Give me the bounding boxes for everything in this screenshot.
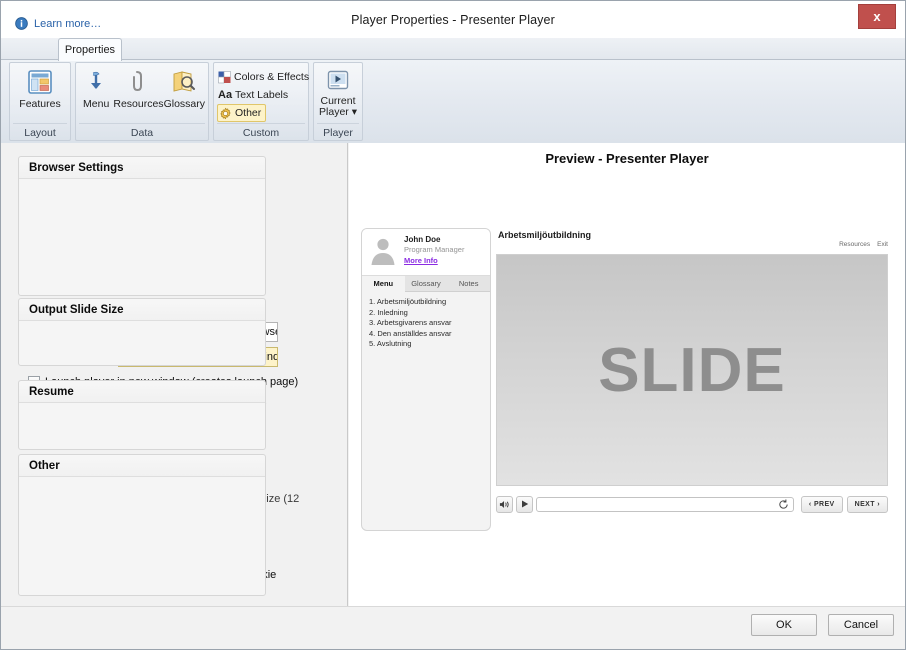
ribbon: Properties Features Layout Menu Resource… [1, 38, 905, 143]
exit-link[interactable]: Exit [877, 241, 888, 248]
other-button[interactable]: Other [217, 104, 267, 122]
list-item[interactable]: 5. Avslutning [369, 339, 486, 350]
gear-icon [219, 107, 232, 120]
ribbon-group-player: Current Player ▾ Player [313, 62, 363, 141]
presenter-profile: John Doe Program Manager More Info [362, 229, 490, 276]
tab-properties[interactable]: Properties [58, 38, 122, 61]
title-bar: Player Properties - Presenter Player [1, 1, 905, 38]
glossary-button[interactable]: Glossary [164, 65, 205, 123]
ribbon-group-data-items: Menu Resources Glossary [79, 65, 205, 123]
window-title: Player Properties - Presenter Player [351, 12, 555, 27]
player-sidebar: John Doe Program Manager More Info Menu … [361, 228, 491, 531]
tab-glossary[interactable]: Glossary [404, 276, 448, 292]
more-info-link[interactable]: More Info [404, 255, 464, 266]
play-button[interactable] [516, 495, 533, 513]
browser-settings-title: Browser Settings [19, 157, 265, 179]
list-item[interactable]: 2. Inledning [369, 308, 486, 319]
ribbon-body: Features Layout Menu Resources Glossary … [1, 60, 905, 143]
presenter-role: Program Manager [404, 245, 465, 254]
glossary-icon [170, 68, 198, 96]
ribbon-group-custom-items: Colors & Effects Aa Text Labels Other [217, 65, 309, 122]
current-player-icon [325, 68, 351, 94]
current-player-label-2: Player ▾ [319, 106, 357, 118]
resume-group: Resume [18, 380, 266, 450]
play-icon [520, 499, 530, 509]
dialog-content: Browser Settings Browser size: Display a… [1, 143, 905, 606]
ribbon-group-data-label: Data [79, 123, 205, 140]
text-labels-icon: Aa [218, 89, 233, 101]
ribbon-tabstrip [1, 38, 905, 60]
ribbon-group-layout: Features Layout [9, 62, 71, 141]
slide-canvas: SLIDE [496, 254, 888, 486]
tab-menu[interactable]: Menu [362, 276, 405, 292]
output-slide-size-group: Output Slide Size [18, 298, 266, 366]
features-icon [26, 68, 54, 96]
seekbar[interactable] [536, 496, 794, 512]
other-label: Other [235, 107, 262, 119]
ribbon-group-player-label: Player [317, 123, 359, 140]
list-item[interactable]: 3. Arbetsgivarens ansvar [369, 318, 486, 329]
browser-settings-group: Browser Settings [18, 156, 266, 296]
resources-button[interactable]: Resources [113, 65, 164, 123]
ribbon-group-layout-items: Features [13, 65, 67, 123]
resume-title: Resume [19, 381, 265, 403]
learn-more-label: Learn more… [34, 17, 102, 30]
slide-placeholder-text: SLIDE [598, 335, 786, 405]
glossary-label: Glossary [163, 98, 205, 110]
player-preview: John Doe Program Manager More Info Menu … [361, 228, 892, 541]
menu-icon [82, 68, 110, 96]
preview-title: Preview - Presenter Player [545, 151, 709, 166]
resources-label: Resources [113, 98, 164, 110]
info-icon [15, 17, 28, 30]
volume-button[interactable] [496, 495, 513, 513]
close-button[interactable]: x [858, 4, 896, 29]
learn-more-link[interactable]: Learn more… [15, 17, 101, 30]
ribbon-group-custom: Colors & Effects Aa Text Labels Other Cu… [213, 62, 309, 141]
colors-effects-button[interactable]: Colors & Effects [217, 68, 313, 86]
player-main: Arbetsmiljöutbildning Resources Exit SLI… [496, 228, 892, 541]
current-player-button[interactable]: Current Player ▾ [317, 65, 359, 123]
chevron-down-icon: ▾ [351, 106, 357, 118]
output-slide-size-title: Output Slide Size [19, 299, 265, 321]
preview-pane: Preview - Presenter Player John Doe Prog… [349, 143, 905, 606]
player-properties-dialog: Player Properties - Presenter Player x P… [0, 0, 906, 650]
ok-button[interactable]: OK [751, 614, 817, 636]
colors-effects-label: Colors & Effects [234, 71, 310, 83]
player-tabs: Menu Glossary Notes [362, 276, 490, 292]
text-labels-button[interactable]: Aa Text Labels [217, 86, 292, 104]
menu-label: Menu [83, 98, 110, 110]
player-top-links: Resources Exit [839, 241, 888, 248]
tab-notes[interactable]: Notes [447, 276, 490, 292]
resources-link[interactable]: Resources [839, 241, 870, 248]
avatar [368, 235, 398, 265]
list-item[interactable]: 1. Arbetsmiljöutbildning [369, 297, 486, 308]
features-label: Features [19, 98, 61, 110]
replay-icon[interactable] [778, 499, 789, 510]
ribbon-group-player-items: Current Player ▾ [317, 65, 359, 123]
colors-effects-icon [218, 70, 231, 84]
settings-pane: Browser Settings Browser size: Display a… [1, 143, 348, 606]
ribbon-group-data: Menu Resources Glossary Data [75, 62, 209, 141]
menu-button[interactable]: Menu [79, 65, 113, 123]
prev-button[interactable]: ‹ PREV [800, 495, 843, 513]
player-menu-list: 1. Arbetsmiljöutbildning 2. Inledning 3.… [362, 292, 490, 350]
list-item[interactable]: 4. Den anställdes ansvar [369, 329, 486, 340]
cancel-button[interactable]: Cancel [828, 614, 894, 636]
player-controls: ‹ PREV NEXT › [496, 493, 888, 515]
next-button[interactable]: NEXT › [846, 495, 888, 513]
other-title: Other [19, 455, 265, 477]
ribbon-group-custom-label: Custom [217, 123, 305, 140]
other-group: Other [18, 454, 266, 596]
volume-icon [499, 499, 510, 510]
ribbon-group-layout-label: Layout [13, 123, 67, 140]
resources-icon [124, 68, 152, 96]
features-button[interactable]: Features [13, 65, 67, 123]
presenter-name: John Doe [404, 235, 441, 244]
presenter-info: John Doe Program Manager More Info [404, 235, 464, 266]
text-labels-label: Text Labels [235, 89, 289, 101]
slide-title: Arbetsmiljöutbildning [498, 230, 591, 240]
